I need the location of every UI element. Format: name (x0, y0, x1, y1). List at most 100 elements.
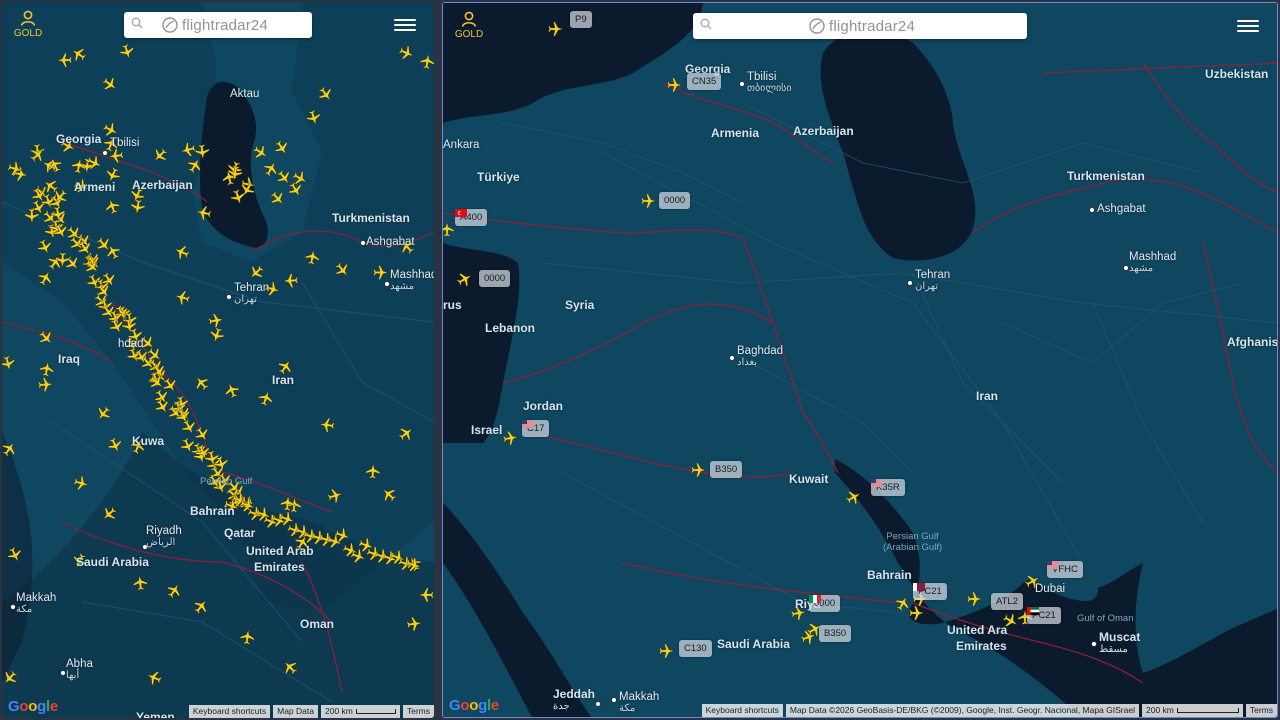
aircraft-icon[interactable] (268, 189, 288, 209)
aircraft-icon[interactable] (967, 591, 983, 607)
aircraft-icon[interactable] (133, 574, 148, 591)
aircraft-icon[interactable] (93, 404, 113, 424)
aircraft-icon[interactable] (305, 109, 323, 127)
aircraft-icon[interactable] (304, 249, 320, 266)
aircraft-icon[interactable] (118, 43, 136, 61)
aircraft-icon[interactable] (419, 53, 434, 70)
aircraft-tag-k35r[interactable]: K35R (871, 479, 905, 496)
aircraft-icon[interactable] (406, 616, 423, 632)
aircraft-tag[interactable]: 0000 (659, 192, 691, 209)
aircraft-icon[interactable] (667, 77, 683, 93)
aircraft-icon[interactable] (39, 360, 55, 377)
aircraft-icon[interactable] (100, 74, 120, 94)
gold-account-button[interactable]: GOLD (10, 10, 46, 44)
aircraft-icon[interactable] (72, 475, 90, 493)
terms-link[interactable]: Terms (1245, 703, 1277, 717)
aircraft-icon[interactable] (24, 208, 40, 225)
aircraft-icon[interactable] (36, 328, 56, 348)
aircraft-icon[interactable] (144, 668, 163, 687)
aircraft-icon[interactable] (261, 159, 281, 179)
aircraft-icon[interactable] (194, 144, 210, 160)
aircraft-icon[interactable] (326, 487, 344, 505)
aircraft-icon[interactable] (443, 221, 455, 237)
aircraft-icon[interactable] (69, 44, 89, 64)
aircraft-icon[interactable] (185, 155, 205, 175)
aircraft-icon[interactable] (373, 265, 389, 280)
aircraft-tag[interactable]: CN35 (687, 73, 722, 90)
aircraft-icon[interactable] (208, 312, 225, 328)
left-map[interactable]: Georgia Armeni Azerbaijan Turkmenistan I… (2, 2, 434, 718)
aircraft-icon[interactable] (172, 243, 191, 262)
aircraft-icon[interactable] (379, 484, 399, 504)
aircraft-tag[interactable]: 0000 (809, 595, 841, 612)
aircraft-icon[interactable] (192, 425, 212, 445)
aircraft-icon[interactable] (282, 273, 299, 288)
aircraft-icon[interactable] (5, 545, 24, 564)
aircraft-icon[interactable] (691, 462, 707, 478)
gold-account-button[interactable]: GOLD (451, 11, 487, 45)
aircraft-icon[interactable] (278, 510, 297, 528)
aircraft-icon[interactable] (223, 381, 241, 400)
aircraft-icon[interactable] (150, 145, 170, 165)
aircraft-icon[interactable] (37, 377, 54, 392)
aircraft-icon[interactable] (641, 193, 657, 209)
aircraft-tag[interactable]: ATL2 (991, 593, 1024, 610)
aircraft-icon[interactable] (659, 643, 675, 659)
aircraft-icon[interactable] (208, 326, 226, 344)
aircraft-tag[interactable]: P9 (570, 11, 592, 28)
aircraft-icon[interactable] (2, 355, 17, 373)
aircraft-icon[interactable] (548, 21, 564, 37)
aircraft-icon[interactable] (418, 587, 434, 603)
search-bar[interactable]: flightradar24 (693, 13, 1027, 39)
map-data-link[interactable]: Map Data (273, 704, 318, 718)
aircraft-icon[interactable] (397, 44, 416, 63)
aircraft-icon[interactable] (106, 436, 125, 455)
aircraft-tag-vfhc[interactable]: VFHC (1047, 561, 1083, 578)
aircraft-icon[interactable] (455, 269, 475, 288)
aircraft-icon[interactable] (2, 439, 19, 459)
aircraft-tag[interactable]: B350 (819, 625, 852, 642)
aircraft-icon[interactable] (36, 238, 55, 257)
aircraft-tag[interactable]: B350 (710, 461, 743, 478)
aircraft-icon[interactable] (272, 138, 292, 158)
aircraft-icon[interactable] (62, 253, 82, 273)
aircraft-icon[interactable] (103, 197, 121, 215)
aircraft-tag[interactable]: 0000 (479, 270, 511, 287)
aircraft-tag[interactable]: C130 (679, 640, 712, 657)
terms-link[interactable]: Terms (402, 704, 434, 718)
aircraft-icon[interactable] (909, 605, 925, 621)
keyboard-shortcuts-link[interactable]: Keyboard shortcuts (701, 703, 783, 717)
aircraft-icon[interactable] (179, 141, 197, 158)
keyboard-shortcuts-link[interactable]: Keyboard shortcuts (188, 704, 271, 718)
aircraft-icon[interactable] (318, 417, 335, 433)
aircraft-tag-c17[interactable]: C17 (522, 420, 550, 437)
aircraft-icon[interactable] (2, 668, 20, 688)
aircraft-icon[interactable] (56, 52, 73, 68)
aircraft-icon[interactable] (173, 289, 191, 306)
left-map-pane[interactable]: Georgia Armeni Azerbaijan Turkmenistan I… (2, 2, 434, 718)
aircraft-icon[interactable] (280, 657, 300, 677)
aircraft-icon[interactable] (179, 417, 198, 437)
aircraft-icon[interactable] (130, 199, 146, 216)
aircraft-icon[interactable] (239, 628, 256, 645)
aircraft-icon[interactable] (316, 84, 336, 104)
aircraft-icon[interactable] (396, 423, 416, 443)
aircraft-icon[interactable] (164, 581, 184, 601)
aircraft-tag-pc21[interactable]: PC21 (1027, 607, 1061, 624)
search-bar[interactable]: flightradar24 (124, 12, 312, 38)
aircraft-icon[interactable] (99, 504, 119, 524)
aircraft-icon[interactable] (257, 389, 275, 407)
aircraft-icon[interactable] (191, 373, 211, 393)
aircraft-icon[interactable] (251, 143, 271, 163)
aircraft-icon[interactable] (332, 260, 352, 280)
aircraft-icon[interactable] (844, 487, 864, 506)
right-map[interactable]: Georgia Armenia Azerbaijan Türkiye Ankar… (443, 3, 1277, 717)
right-flight-traffic-layer[interactable] (443, 3, 1278, 718)
aircraft-tag-pc21[interactable]: PC21 (913, 583, 947, 600)
hamburger-menu-icon[interactable] (1237, 17, 1259, 35)
aircraft-icon[interactable] (195, 205, 212, 222)
right-map-pane[interactable]: Georgia Armenia Azerbaijan Türkiye Ankar… (442, 2, 1278, 718)
aircraft-icon[interactable] (36, 268, 55, 288)
aircraft-icon[interactable] (246, 263, 266, 283)
aircraft-icon[interactable] (365, 463, 381, 479)
